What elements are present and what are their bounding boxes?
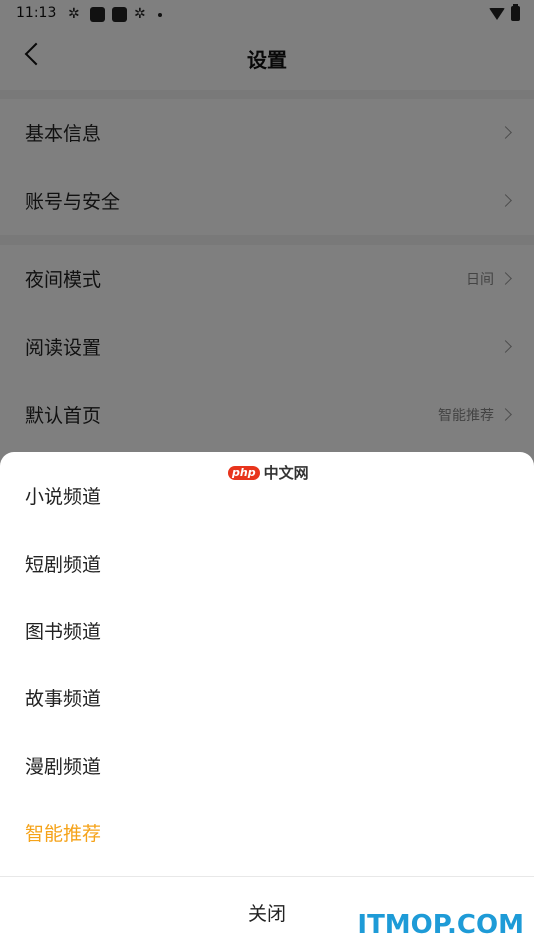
option-label: 故事频道 (25, 688, 102, 710)
sheet-option-short-drama[interactable]: 短剧频道 (0, 530, 534, 596)
sheet-option-smart-recommend[interactable]: 智能推荐 (0, 799, 534, 865)
itmop-watermark: ITMOP.COM (357, 910, 524, 940)
option-label: 图书频道 (25, 621, 102, 643)
php-logo-text: 中文网 (263, 464, 309, 482)
sheet-option-comic-drama[interactable]: 漫剧频道 (0, 732, 534, 798)
settings-screen: 11:13 ✲ ✲ 设置 基本信息 账号与安全 夜间模式 日间 阅读设置 (0, 0, 534, 950)
default-home-sheet: 小说频道 短剧频道 图书频道 故事频道 漫剧频道 智能推荐 关闭 (0, 452, 534, 950)
option-label: 短剧频道 (25, 554, 102, 576)
php-watermark: php 中文网 (228, 462, 309, 483)
option-label: 智能推荐 (25, 823, 102, 845)
sheet-option-books[interactable]: 图书频道 (0, 597, 534, 663)
sheet-option-stories[interactable]: 故事频道 (0, 664, 534, 730)
option-label: 漫剧频道 (25, 756, 102, 778)
php-logo: php (228, 465, 260, 480)
option-label: 小说频道 (25, 486, 102, 508)
